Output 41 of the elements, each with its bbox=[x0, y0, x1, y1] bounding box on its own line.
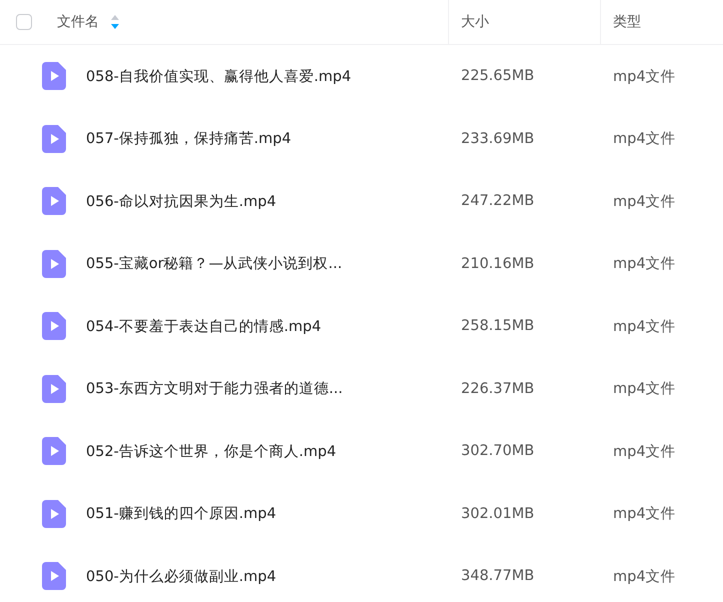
video-file-icon bbox=[42, 500, 66, 528]
sort-icon[interactable] bbox=[111, 15, 119, 29]
file-type: mp4文件 bbox=[612, 442, 677, 461]
file-size: 226.37MB bbox=[460, 380, 536, 397]
column-header[interactable]: 类型 bbox=[613, 13, 641, 31]
file-type: mp4文件 bbox=[612, 130, 677, 148]
file-type: mp4文件 bbox=[612, 192, 677, 211]
video-file-icon bbox=[42, 312, 66, 340]
video-file-icon bbox=[42, 562, 66, 590]
select-all-checkbox[interactable] bbox=[16, 14, 32, 30]
column-header[interactable]: 文件名 bbox=[57, 13, 99, 31]
file-name[interactable]: 053-东西方文明对于能力强者的道德... bbox=[86, 379, 343, 398]
video-file-icon bbox=[42, 187, 66, 216]
video-file-icon bbox=[42, 250, 66, 278]
file-name[interactable]: 055-宝藏or秘籍？—从武侠小说到权... bbox=[86, 254, 342, 274]
file-size: 258.15MB bbox=[460, 318, 536, 334]
file-size: 302.70MB bbox=[460, 443, 536, 460]
file-type: mp4文件 bbox=[612, 505, 677, 524]
file-type: mp4文件 bbox=[612, 68, 677, 86]
file-name[interactable]: 058-自我价值实现、赢得他人喜爱.mp4 bbox=[86, 66, 352, 86]
file-size: 225.65MB bbox=[460, 68, 536, 84]
file-name[interactable]: 052-告诉这个世界，你是个商人.mp4 bbox=[86, 442, 336, 461]
file-type: mp4文件 bbox=[612, 255, 677, 274]
file-size: 210.16MB bbox=[460, 256, 536, 272]
file-size: 302.01MB bbox=[460, 506, 536, 522]
column-header[interactable]: 大小 bbox=[461, 13, 489, 31]
file-name[interactable]: 056-命以对抗因果为生.mp4 bbox=[86, 192, 276, 211]
file-name[interactable]: 057-保持孤独，保持痛苦.mp4 bbox=[86, 129, 292, 148]
video-file-icon bbox=[42, 62, 66, 90]
file-name[interactable]: 050-为什么必须做副业.mp4 bbox=[86, 566, 276, 586]
file-size: 233.69MB bbox=[460, 130, 536, 147]
file-name[interactable]: 051-赚到钱的四个原因.mp4 bbox=[86, 504, 276, 524]
file-size: 348.77MB bbox=[460, 568, 536, 584]
file-type: mp4文件 bbox=[612, 380, 677, 398]
video-file-icon bbox=[42, 437, 66, 466]
video-file-icon bbox=[42, 124, 66, 153]
video-file-icon bbox=[42, 374, 66, 403]
file-name[interactable]: 054-不要羞于表达自己的情感.mp4 bbox=[86, 316, 322, 336]
file-type: mp4文件 bbox=[612, 318, 677, 336]
file-type: mp4文件 bbox=[612, 568, 677, 586]
file-size: 247.22MB bbox=[460, 193, 536, 210]
